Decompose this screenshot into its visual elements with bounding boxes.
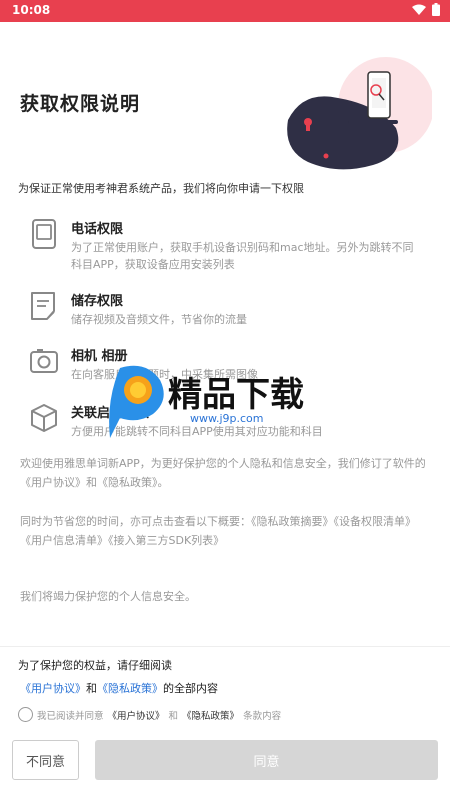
full-content-text: 的全部内容 xyxy=(163,682,218,695)
agree-button[interactable]: 同意 xyxy=(95,740,438,780)
page-title: 获取权限说明 xyxy=(20,93,141,115)
phone-icon xyxy=(32,219,56,249)
permission-illustration xyxy=(287,57,432,170)
policy-links: 《用户协议》和《隐私政策》的全部内容 xyxy=(20,680,218,696)
agree-and: 和 xyxy=(168,710,179,722)
camera-icon xyxy=(30,349,58,373)
intro-text: 为保证正常使用考神君系统产品，我们将向你申请一下权限 xyxy=(18,182,304,195)
watermark-text: 精品下载 xyxy=(168,375,304,415)
agree-prefix: 我已阅读并同意 xyxy=(37,710,104,722)
divider xyxy=(0,646,450,647)
watermark-logo: 精品下载 www.j9p.com xyxy=(109,365,304,438)
agree-checkbox-row[interactable]: 我已阅读并同意 《用户协议》和《隐私政策》 条款内容 xyxy=(18,707,281,722)
notice-paragraph-3: 我们将竭力保护您的个人信息安全。 xyxy=(20,590,196,603)
disagree-button[interactable]: 不同意 xyxy=(12,740,79,780)
agree-privacy-policy[interactable]: 《隐私政策》 xyxy=(182,708,239,722)
user-agreement-link[interactable]: 《用户协议》 xyxy=(20,682,86,695)
agree-user-agreement[interactable]: 《用户协议》 xyxy=(108,708,165,722)
protect-text: 为了保护您的权益，请仔细阅读 xyxy=(18,659,172,672)
privacy-policy-link[interactable]: 《隐私政策》 xyxy=(97,682,163,695)
notice-paragraph-2: 同时为节省您的时间，亦可点击查看以下概要：《隐私政策摘要》《设备权限清单》《用户… xyxy=(20,515,416,547)
cube-icon xyxy=(31,404,57,432)
permission-title: 电话权限 xyxy=(71,222,124,237)
storage-icon xyxy=(31,292,55,320)
status-icons xyxy=(412,3,440,16)
agree-radio[interactable] xyxy=(18,707,33,722)
and-text: 和 xyxy=(86,682,97,695)
status-bar: 10:08 xyxy=(0,0,450,22)
status-time: 10:08 xyxy=(12,3,51,17)
battery-icon xyxy=(432,3,440,16)
notice-paragraph-1: 欢迎使用雅思单词新APP，为更好保护您的个人隐私和信息安全，我们修订了软件的《用… xyxy=(20,457,426,489)
wifi-icon xyxy=(412,4,426,15)
agree-suffix: 条款内容 xyxy=(243,710,282,722)
permission-title: 储存权限 xyxy=(71,294,124,309)
permission-desc: 为了正常使用账户，获取手机设备识别码和mac地址。另外为跳转不同科目APP，获取… xyxy=(71,241,414,271)
watermark-url: www.j9p.com xyxy=(190,412,264,425)
permission-desc: 储存视频及音频文件，节省你的流量 xyxy=(71,313,247,326)
